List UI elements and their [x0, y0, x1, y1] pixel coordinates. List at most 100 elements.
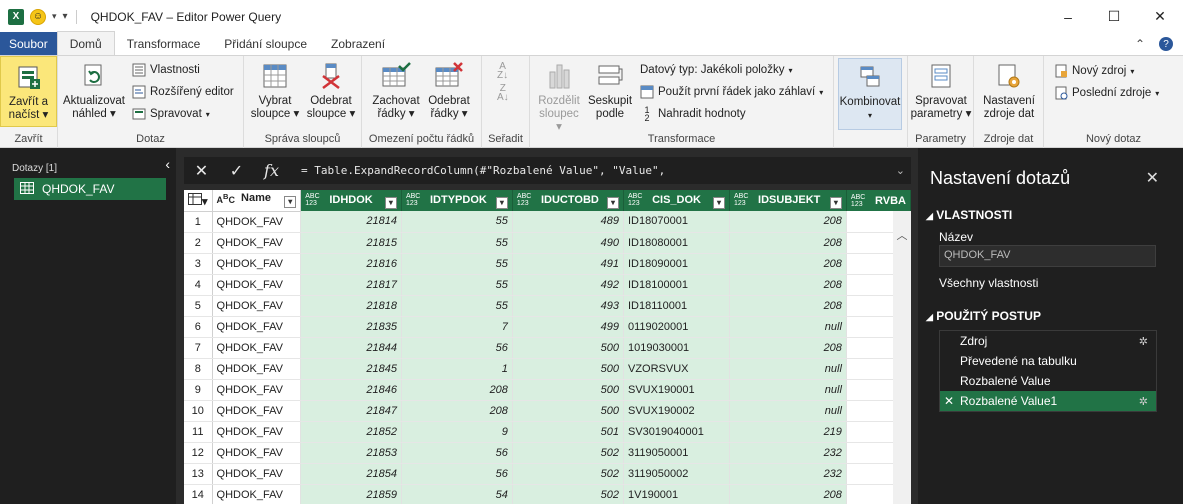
combine-button[interactable]: Kombinovat ▾	[838, 58, 902, 130]
confirm-formula-button[interactable]: ✓	[219, 161, 254, 181]
table-cell[interactable]: 219	[729, 421, 847, 443]
table-cell[interactable]: ID18090001	[623, 253, 730, 275]
close-window-button[interactable]: ✕	[1137, 0, 1183, 33]
table-cell[interactable]: 55	[401, 295, 513, 317]
sort-descending-button[interactable]: Z A↓	[497, 84, 509, 103]
refresh-preview-button[interactable]: Aktualizovat náhled ▾	[62, 60, 126, 121]
table-cell[interactable]: 502	[512, 484, 625, 504]
recent-sources-button[interactable]: Poslední zdroje ▾	[1054, 86, 1159, 100]
table-cell[interactable]: QHDOK_FAV	[212, 316, 302, 338]
table-cell[interactable]: 208	[729, 274, 847, 296]
table-cell[interactable]: 208	[729, 253, 847, 275]
minimize-button[interactable]: –	[1045, 0, 1091, 33]
maximize-button[interactable]: ☐	[1091, 0, 1137, 33]
column-filter-icon[interactable]: ▾	[384, 196, 397, 209]
close-pane-icon[interactable]: ✕	[1146, 168, 1159, 188]
table-cell[interactable]: QHDOK_FAV	[212, 295, 302, 317]
collapse-ribbon-icon[interactable]: ⌃	[1135, 37, 1145, 51]
help-icon[interactable]: ?	[1159, 37, 1173, 51]
customize-toolbar-icon[interactable]: ▾	[63, 11, 68, 22]
close-and-load-button[interactable]: Zavřít a načíst ▾	[0, 56, 57, 127]
table-cell[interactable]: QHDOK_FAV	[212, 274, 302, 296]
table-cell[interactable]: 21846	[300, 379, 402, 401]
use-first-row-button[interactable]: Použít první řádek jako záhlaví ▾	[640, 85, 823, 99]
table-cell[interactable]: 208	[729, 232, 847, 254]
table-cell[interactable]: 490	[512, 232, 625, 254]
table-cell[interactable]: 3119050002	[623, 463, 730, 485]
query-name-input[interactable]: QHDOK_FAV	[939, 245, 1156, 267]
replace-values-button[interactable]: 12 Nahradit hodnoty	[640, 106, 745, 123]
table-cell[interactable]: 493	[512, 295, 625, 317]
manage-button[interactable]: Spravovat ▾	[132, 107, 210, 121]
table-cell[interactable]: 21854	[300, 463, 402, 485]
table-cell[interactable]: 492	[512, 274, 625, 296]
all-properties-link[interactable]: Všechny vlastnosti	[939, 276, 1038, 290]
table-cell[interactable]: SVUX190002	[623, 400, 730, 422]
sort-ascending-button[interactable]: A Z↓	[497, 62, 508, 81]
query-item[interactable]: QHDOK_FAV	[14, 178, 166, 200]
table-cell[interactable]: 1019030001	[623, 337, 730, 359]
table-cell[interactable]: null	[729, 379, 847, 401]
table-cell[interactable]: ID18110001	[623, 295, 730, 317]
tab-transform[interactable]: Transformace	[115, 32, 213, 55]
table-cell[interactable]: 491	[512, 253, 625, 275]
table-cell[interactable]: 55	[401, 232, 513, 254]
table-cell[interactable]: QHDOK_FAV	[212, 358, 302, 380]
table-cell[interactable]: 0119020001	[623, 316, 730, 338]
table-cell[interactable]: 502	[512, 442, 625, 464]
table-cell[interactable]: SV3019040001	[623, 421, 730, 443]
step-item[interactable]: Rozbalené Value	[940, 371, 1156, 391]
table-cell[interactable]: ID18070001	[623, 211, 730, 233]
column-header-idhdok[interactable]: ABC 123 IDHDOK ▾	[300, 190, 402, 211]
table-cell[interactable]: ID18080001	[623, 232, 730, 254]
table-cell[interactable]: QHDOK_FAV	[212, 484, 302, 504]
quick-access-dropdown-icon[interactable]: ▾	[52, 11, 57, 22]
step-item-active[interactable]: ✕ Rozbalené Value1 ✲	[940, 391, 1156, 411]
table-cell[interactable]: 9	[401, 421, 513, 443]
table-cell[interactable]: 208	[401, 379, 513, 401]
advanced-editor-button[interactable]: Rozšířený editor	[132, 85, 234, 99]
remove-rows-button[interactable]: Odebrat řádky ▾	[424, 60, 474, 121]
table-cell[interactable]: 208	[729, 295, 847, 317]
table-cell[interactable]: null	[729, 358, 847, 380]
delete-step-icon[interactable]: ✕	[944, 394, 954, 408]
fx-icon[interactable]: fx	[254, 161, 289, 180]
table-cell[interactable]: 21818	[300, 295, 402, 317]
table-cell[interactable]: QHDOK_FAV	[212, 400, 302, 422]
table-cell[interactable]: 208	[729, 337, 847, 359]
table-cell[interactable]: 1V190001	[623, 484, 730, 504]
keep-rows-button[interactable]: Zachovat řádky ▾	[370, 60, 422, 121]
data-type-dropdown[interactable]: Datový typ: Jakékoli položky ▾	[640, 64, 792, 76]
table-cell[interactable]: SVUX190001	[623, 379, 730, 401]
table-cell[interactable]: 500	[512, 400, 625, 422]
table-cell[interactable]: 56	[401, 337, 513, 359]
table-cell[interactable]: 232	[729, 463, 847, 485]
table-cell[interactable]: 21847	[300, 400, 402, 422]
table-cell[interactable]: null	[729, 316, 847, 338]
table-cell[interactable]: 500	[512, 358, 625, 380]
table-cell[interactable]: 21852	[300, 421, 402, 443]
table-cell[interactable]: 501	[512, 421, 625, 443]
select-all-table-icon[interactable]: ▾	[184, 190, 213, 212]
table-cell[interactable]: 21853	[300, 442, 402, 464]
tab-home[interactable]: Domů	[56, 31, 115, 55]
group-by-button[interactable]: Seskupit podle	[586, 60, 634, 121]
table-cell[interactable]: 21844	[300, 337, 402, 359]
table-cell[interactable]: 502	[512, 463, 625, 485]
column-filter-icon[interactable]: ▾	[495, 196, 508, 209]
column-filter-icon[interactable]: ▾	[712, 196, 725, 209]
column-header-idsubjekt[interactable]: ABC 123 IDSUBJEKT ▾	[729, 190, 847, 211]
column-filter-icon[interactable]: ▾	[829, 196, 842, 209]
table-cell[interactable]: 55	[401, 274, 513, 296]
cancel-formula-button[interactable]: ✕	[184, 161, 219, 181]
table-cell[interactable]: 500	[512, 337, 625, 359]
table-cell[interactable]: QHDOK_FAV	[212, 232, 302, 254]
column-header-iductobd[interactable]: ABC 123 IDUCTOBD ▾	[512, 190, 625, 211]
vertical-scrollbar[interactable]: ︿	[893, 211, 911, 504]
table-cell[interactable]: 499	[512, 316, 625, 338]
expand-formula-icon[interactable]: ⌄	[896, 164, 905, 177]
table-cell[interactable]: 208	[401, 400, 513, 422]
step-settings-gear-icon[interactable]: ✲	[1139, 395, 1148, 408]
table-cell[interactable]: 21816	[300, 253, 402, 275]
table-cell[interactable]: QHDOK_FAV	[212, 442, 302, 464]
